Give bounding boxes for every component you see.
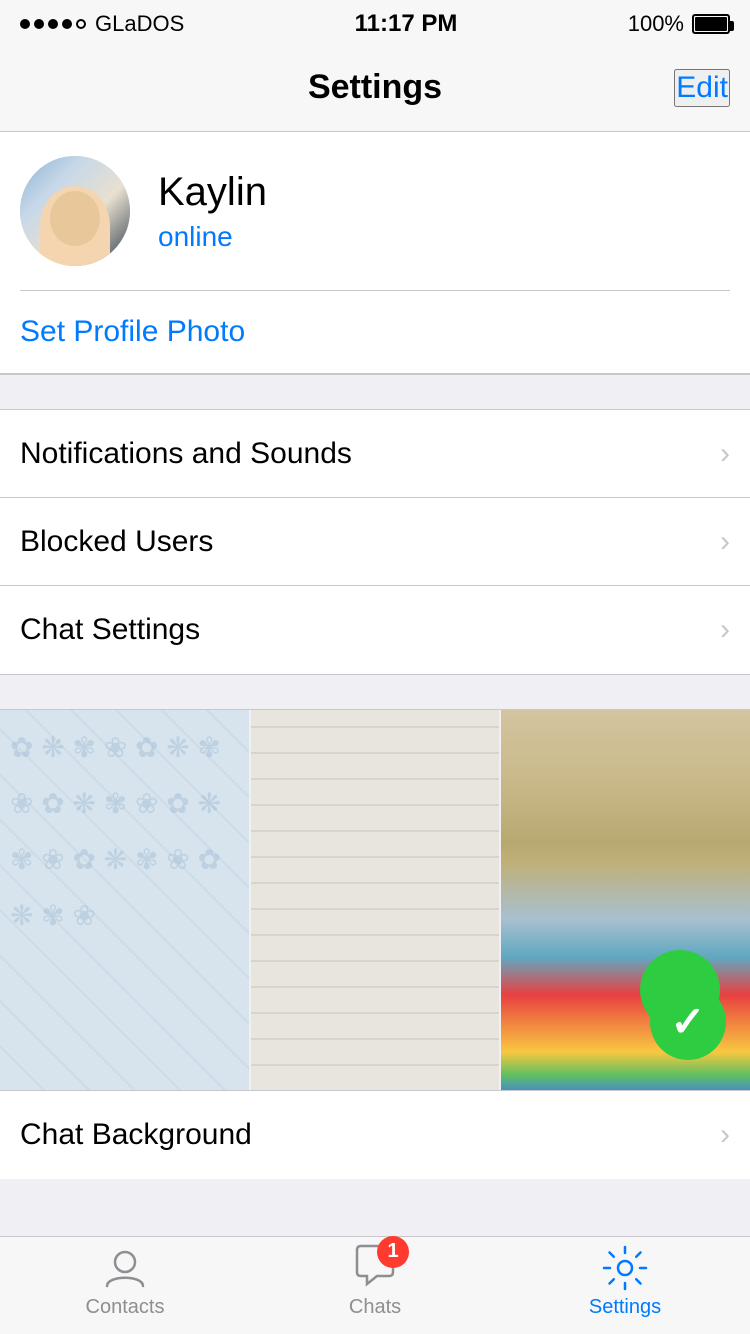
- page-title: Settings: [308, 68, 442, 107]
- menu-item-notifications[interactable]: Notifications and Sounds ›: [0, 410, 750, 498]
- profile-info: Kaylin online: [158, 170, 267, 253]
- tab-settings[interactable]: Settings: [500, 1244, 750, 1319]
- wallpaper-thumb-2[interactable]: [251, 710, 502, 1090]
- menu-label-chat-settings: Chat Settings: [20, 613, 200, 647]
- nav-bar: Settings Edit: [0, 44, 750, 132]
- wallpaper-thumb-3[interactable]: [501, 710, 750, 1090]
- carrier-label: GLaDOS: [95, 11, 184, 37]
- menu-item-blocked[interactable]: Blocked Users ›: [0, 498, 750, 586]
- contacts-icon: [101, 1244, 149, 1292]
- menu-label-notifications: Notifications and Sounds: [20, 437, 352, 471]
- tab-label-settings: Settings: [589, 1296, 661, 1319]
- wallpaper-grid: [0, 710, 750, 1090]
- wallpaper-thumb-1[interactable]: [0, 710, 251, 1090]
- chevron-icon-chat-settings: ›: [720, 613, 730, 647]
- avatar: [20, 156, 130, 266]
- signal-dots: [20, 19, 86, 29]
- chats-icon-wrap: 1: [353, 1244, 397, 1293]
- battery-percent: 100%: [628, 11, 684, 37]
- menu-item-chat-background[interactable]: Chat Background ›: [0, 1091, 750, 1179]
- set-profile-photo-button[interactable]: Set Profile Photo: [20, 315, 245, 349]
- menu-label-chat-background: Chat Background: [20, 1118, 252, 1152]
- tab-label-contacts: Contacts: [86, 1296, 165, 1319]
- set-photo-row[interactable]: Set Profile Photo: [20, 290, 730, 373]
- chevron-icon-notifications: ›: [720, 437, 730, 471]
- profile-name: Kaylin: [158, 170, 267, 215]
- tab-bar: Contacts 1 Chats: [0, 1236, 750, 1334]
- edit-button[interactable]: Edit: [674, 69, 730, 107]
- menu-label-blocked: Blocked Users: [20, 525, 213, 559]
- signal-dot-4: [62, 19, 72, 29]
- profile-section: Kaylin online Set Profile Photo: [0, 132, 750, 374]
- menu-item-chat-settings[interactable]: Chat Settings ›: [0, 586, 750, 674]
- battery-icon: [692, 14, 730, 34]
- profile-status: online: [158, 221, 267, 253]
- tab-chats[interactable]: 1 Chats: [250, 1244, 500, 1319]
- signal-dot-1: [20, 19, 30, 29]
- menu-section: Notifications and Sounds › Blocked Users…: [0, 410, 750, 674]
- tab-contacts[interactable]: Contacts: [0, 1244, 250, 1319]
- signal-dot-3: [48, 19, 58, 29]
- selected-checkmark: [650, 984, 726, 1060]
- chat-background-section: Chat Background ›: [0, 1090, 750, 1179]
- chevron-icon-blocked: ›: [720, 525, 730, 559]
- status-time: 11:17 PM: [355, 10, 458, 38]
- status-bar: GLaDOS 11:17 PM 100%: [0, 0, 750, 44]
- status-right: 100%: [628, 11, 730, 37]
- tab-label-chats: Chats: [349, 1296, 401, 1319]
- settings-icon: [601, 1244, 649, 1292]
- chevron-icon-chat-background: ›: [720, 1118, 730, 1152]
- section-divider-2: [0, 674, 750, 710]
- chats-badge: 1: [377, 1236, 409, 1268]
- status-left: GLaDOS: [20, 11, 184, 37]
- profile-row: Kaylin online: [20, 156, 730, 290]
- battery-fill: [695, 17, 727, 31]
- avatar-image: [20, 156, 130, 266]
- signal-dot-5: [76, 19, 86, 29]
- chats-icon: 1: [351, 1244, 399, 1292]
- section-divider-1: [0, 374, 750, 410]
- signal-dot-2: [34, 19, 44, 29]
